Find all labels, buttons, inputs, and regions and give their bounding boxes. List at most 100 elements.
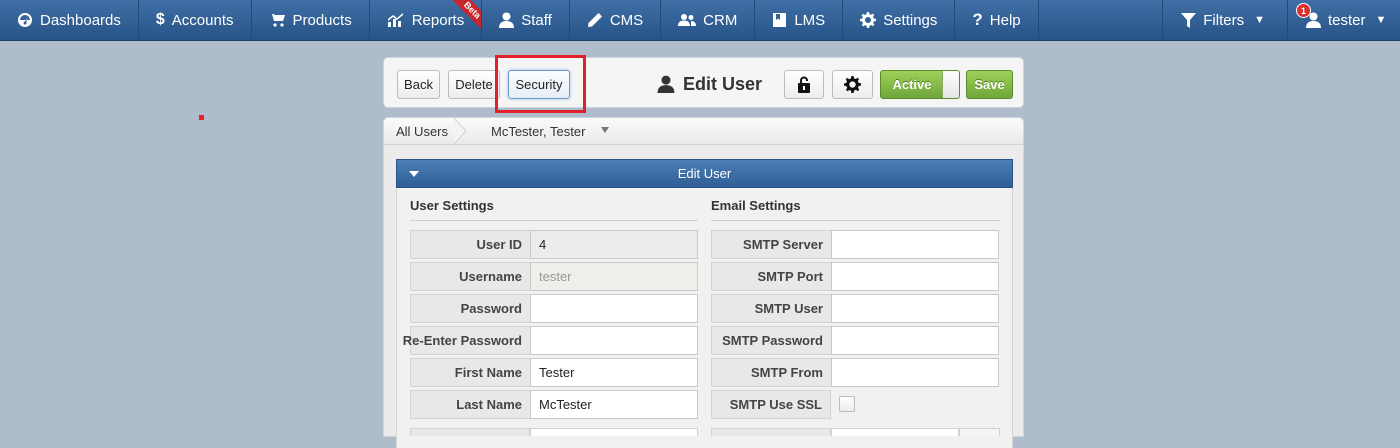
- gear-icon: [844, 76, 861, 93]
- nav-label: tester: [1328, 11, 1366, 29]
- breadcrumb: All Users McTester, Tester: [384, 118, 1023, 145]
- row-first-name: First Name: [410, 358, 698, 387]
- row-password: Password: [410, 294, 698, 323]
- password-field[interactable]: [530, 294, 698, 323]
- form-area: User Settings User ID 4 Username Passwor…: [396, 188, 1013, 448]
- question-icon: ?: [972, 10, 983, 29]
- smtp-use-ssl-checkbox[interactable]: [839, 396, 855, 412]
- smtp-server-field[interactable]: [831, 230, 999, 259]
- row-username: Username: [410, 262, 698, 291]
- save-button[interactable]: Save: [966, 70, 1013, 99]
- filter-icon: [1181, 12, 1197, 28]
- breadcrumb-current-user[interactable]: McTester, Tester: [491, 124, 585, 139]
- divider: [410, 220, 698, 221]
- field-label: Password: [410, 294, 530, 323]
- caret-down-icon: ▼: [1375, 14, 1387, 26]
- nav-dashboards[interactable]: Dashboards: [0, 0, 139, 40]
- row-smtp-from: SMTP From: [711, 358, 999, 387]
- pencil-icon: [587, 13, 602, 27]
- nav-label: CMS: [609, 11, 644, 29]
- top-navigation: Dashboards $ Accounts Products Reports B…: [0, 0, 1400, 41]
- username-field: [530, 262, 698, 291]
- active-toggle-label: Active: [892, 77, 932, 92]
- field-label: SMTP From: [711, 358, 831, 387]
- section-header[interactable]: Edit User: [396, 159, 1013, 188]
- nav-products[interactable]: Products: [252, 0, 370, 40]
- row-smtp-use-ssl: SMTP Use SSL: [711, 390, 855, 419]
- dashboard-icon: [18, 13, 32, 27]
- email-settings-title: Email Settings: [711, 198, 801, 213]
- first-name-field[interactable]: [530, 358, 698, 387]
- last-name-field[interactable]: [530, 390, 698, 419]
- edit-user-panel: All Users McTester, Tester Edit User Use…: [383, 117, 1024, 448]
- edit-user-toolbar: Back Delete Security Edit User Active Sa…: [383, 55, 1024, 113]
- caret-down-icon[interactable]: [601, 127, 609, 133]
- field-label: Re-Enter Password: [403, 326, 530, 355]
- nav-lms[interactable]: LMS: [755, 0, 844, 40]
- dollar-icon: $: [155, 11, 165, 28]
- field-label: SMTP Server: [711, 230, 831, 259]
- user-id-value: 4: [530, 230, 698, 259]
- smtp-password-field[interactable]: [831, 326, 999, 355]
- cart-icon: [268, 14, 285, 27]
- nav-crm[interactable]: CRM: [661, 0, 756, 40]
- nav-staff[interactable]: Staff: [482, 0, 570, 40]
- field-label: SMTP Password: [711, 326, 831, 355]
- collapse-caret-icon[interactable]: [409, 171, 419, 177]
- nav-reports[interactable]: Reports Beta: [370, 0, 483, 40]
- delete-button[interactable]: Delete: [448, 70, 500, 99]
- field-label: Last Name: [410, 390, 530, 419]
- divider: [711, 220, 1000, 221]
- settings-button[interactable]: [832, 70, 873, 99]
- row-smtp-server: SMTP Server: [711, 230, 999, 259]
- field-label: SMTP Port: [711, 262, 831, 291]
- caret-down-icon: ▼: [1254, 14, 1265, 26]
- row-user-id: User ID 4: [410, 230, 698, 259]
- nav-label: Help: [989, 11, 1021, 29]
- breadcrumb-separator: [454, 118, 467, 144]
- active-toggle-knob[interactable]: [942, 71, 959, 98]
- nav-accounts[interactable]: $ Accounts: [139, 0, 252, 40]
- nav-label: Dashboards: [40, 11, 121, 29]
- nav-cms[interactable]: CMS: [570, 0, 662, 40]
- nav-label: Staff: [521, 11, 552, 29]
- field-label: SMTP User: [711, 294, 831, 323]
- smtp-user-field[interactable]: [831, 294, 999, 323]
- nav-user-menu[interactable]: 1 tester ▼: [1287, 0, 1400, 40]
- field-label: First Name: [410, 358, 530, 387]
- partial-row: [530, 428, 698, 436]
- highlight-box: [495, 55, 586, 113]
- user-icon: [657, 75, 675, 93]
- smtp-from-field[interactable]: [831, 358, 999, 387]
- smtp-port-field[interactable]: [831, 262, 999, 291]
- partial-row: [711, 428, 831, 436]
- partial-row: [959, 428, 1000, 436]
- lock-button[interactable]: [784, 70, 824, 99]
- active-toggle[interactable]: Active: [880, 70, 960, 99]
- row-smtp-port: SMTP Port: [711, 262, 999, 291]
- row-reenter-password: Re-Enter Password: [403, 326, 698, 355]
- nav-help[interactable]: ? Help: [955, 0, 1039, 40]
- row-smtp-user: SMTP User: [711, 294, 999, 323]
- notification-badge[interactable]: 1: [1296, 3, 1311, 18]
- nav-label: LMS: [794, 11, 826, 29]
- breadcrumb-all-users[interactable]: All Users: [396, 124, 448, 139]
- nav-label: Settings: [883, 11, 938, 29]
- page-title-text: Edit User: [683, 73, 763, 94]
- row-last-name: Last Name: [410, 390, 698, 419]
- book-icon: [773, 13, 787, 27]
- nav-filters[interactable]: Filters ▼: [1162, 0, 1287, 40]
- red-marker: [199, 115, 204, 120]
- nav-label: Accounts: [171, 11, 234, 29]
- field-label: Username: [410, 262, 530, 291]
- page-title: Edit User: [657, 72, 762, 96]
- reenter-password-field[interactable]: [530, 326, 698, 355]
- nav-settings[interactable]: Settings: [843, 0, 956, 40]
- back-button[interactable]: Back: [397, 70, 440, 99]
- gear-icon: [860, 12, 877, 28]
- row-smtp-password: SMTP Password: [711, 326, 999, 355]
- chart-icon: [387, 13, 403, 27]
- nav-label: Reports: [411, 11, 465, 29]
- nav-label: Products: [292, 11, 352, 29]
